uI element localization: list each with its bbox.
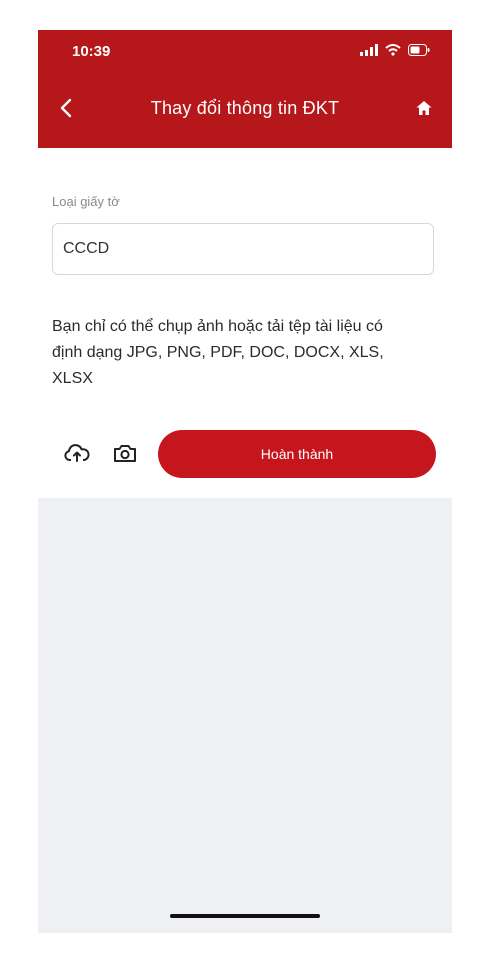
phone-screen: 10:39 Thay đổi thông tin ĐKT Loại giấy t… xyxy=(38,30,452,933)
camera-button[interactable] xyxy=(110,440,140,466)
signal-icon xyxy=(360,44,378,56)
chevron-left-icon xyxy=(60,98,72,118)
app-header: 10:39 Thay đổi thông tin ĐKT xyxy=(38,30,452,148)
document-type-label: Loại giấy tờ xyxy=(52,194,120,209)
page-title: Thay đổi thông tin ĐKT xyxy=(150,98,340,118)
done-button[interactable]: Hoàn thành xyxy=(158,430,436,478)
status-time: 10:39 xyxy=(72,43,111,60)
cloud-upload-icon xyxy=(64,444,90,462)
wifi-icon xyxy=(385,44,401,56)
file-format-note: Bạn chỉ có thể chụp ảnh hoặc tải tệp tài… xyxy=(52,318,384,387)
camera-icon xyxy=(114,445,136,462)
home-button[interactable] xyxy=(410,94,438,122)
document-preview-area xyxy=(38,498,452,933)
upload-button[interactable] xyxy=(62,440,92,466)
upload-actions: Hoàn thành xyxy=(38,428,452,482)
document-type-field[interactable]: CCCD xyxy=(52,223,434,275)
home-indicator xyxy=(170,914,320,918)
status-icons xyxy=(360,44,430,56)
battery-icon xyxy=(408,44,430,56)
home-icon xyxy=(416,101,432,115)
back-button[interactable] xyxy=(52,94,80,122)
